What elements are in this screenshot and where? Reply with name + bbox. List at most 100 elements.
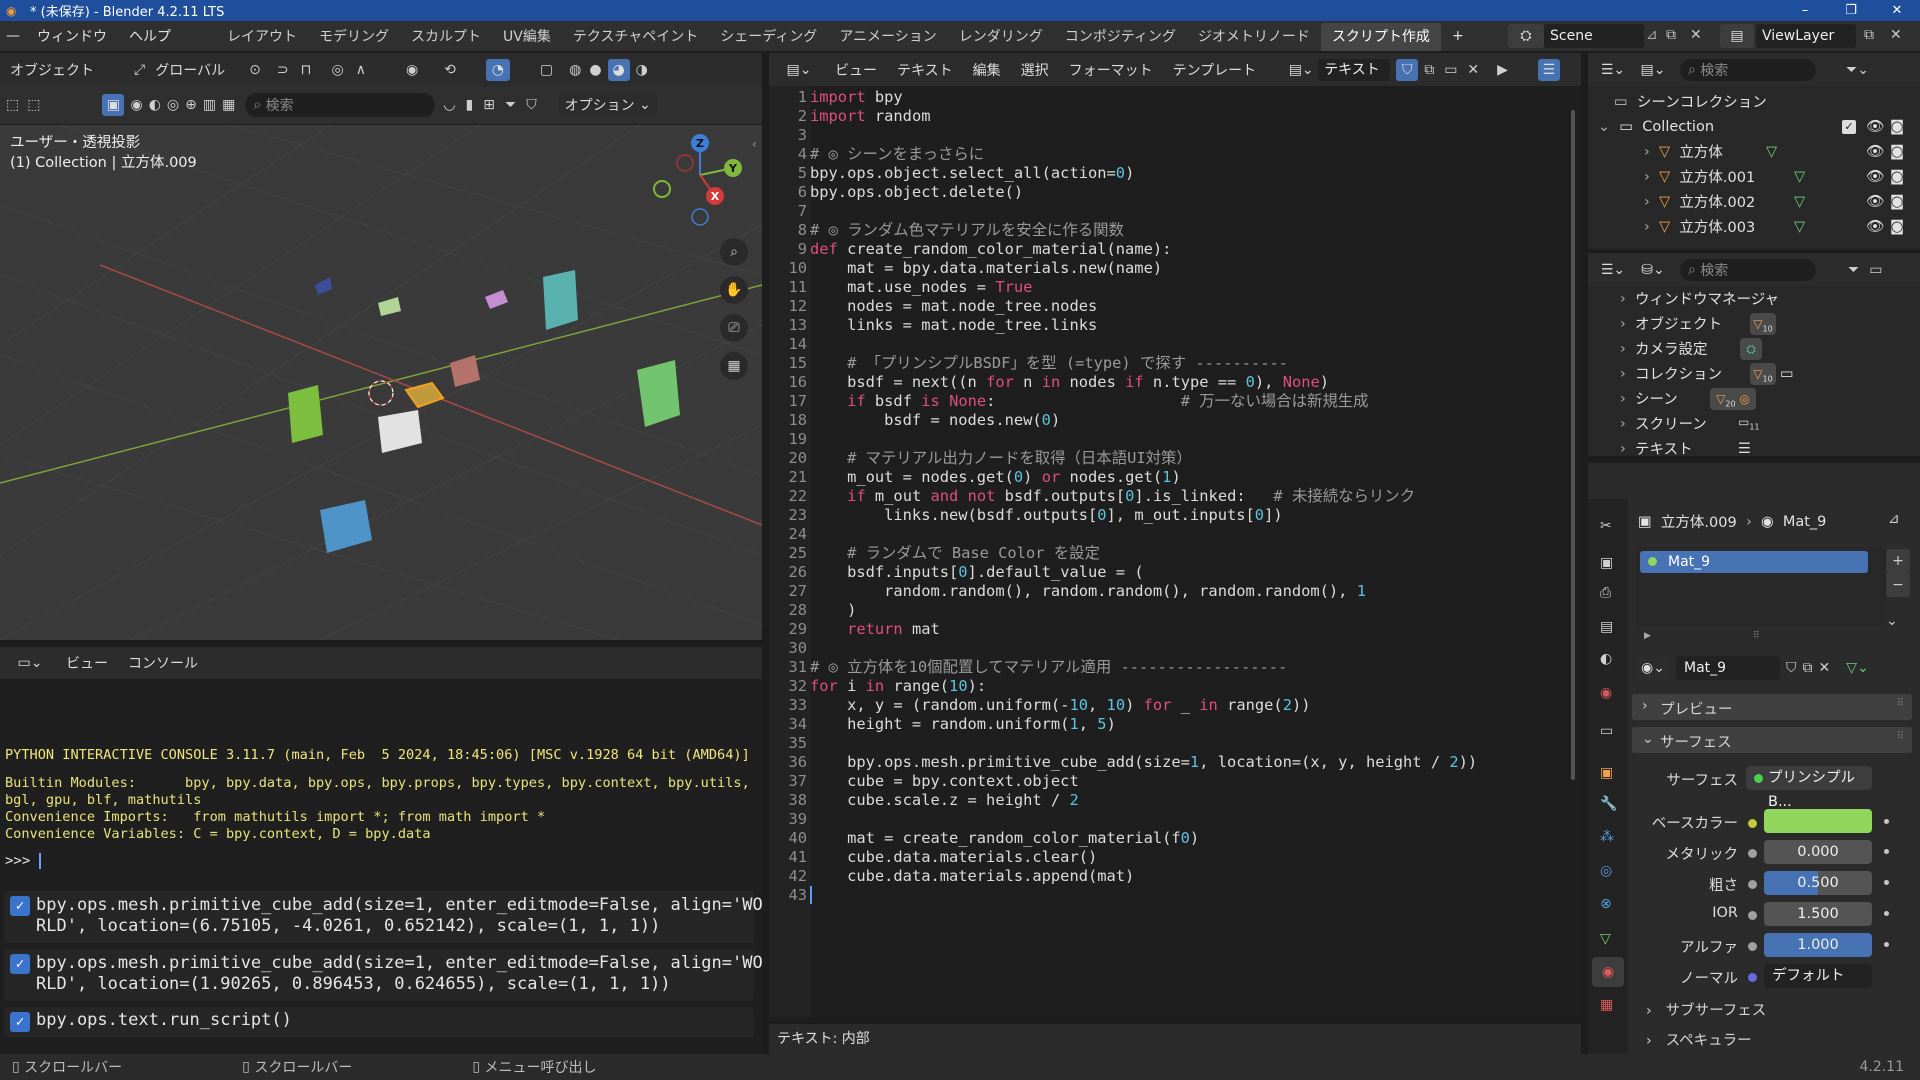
preview-panel[interactable]: › プレビュー ⠿ [1632, 694, 1912, 720]
expand-chevron-icon[interactable]: › [1644, 144, 1650, 160]
select-mode-icon[interactable]: ⬚ [27, 97, 40, 113]
fake-user-shield-icon[interactable]: ⛉ [1396, 58, 1419, 81]
outliner-object-row[interactable]: › ▽ 立方体.001 ▽ 👁 ◙ [1588, 164, 1920, 189]
tab-uv-editing[interactable]: UV編集 [492, 26, 562, 46]
solid-shading-icon[interactable]: ● [589, 62, 601, 78]
menu-select[interactable]: 選択 [1011, 60, 1059, 80]
constraints-tab-icon[interactable]: ⊗ [1600, 896, 1612, 912]
socket-icon[interactable] [1748, 819, 1757, 828]
tab-texture-paint[interactable]: テクスチャペイント [562, 26, 709, 46]
expand-chevron-icon[interactable]: › [1644, 194, 1650, 210]
new-collection-icon[interactable]: ▭ [1869, 262, 1882, 278]
metallic-field[interactable]: 0.000 [1764, 840, 1872, 864]
remove-scene-icon[interactable]: ✕ [1690, 27, 1702, 43]
menu-window[interactable]: ウィンドウ [26, 26, 118, 46]
texture-tab-icon[interactable]: ▦ [1600, 997, 1613, 1013]
object-type-icon[interactable]: ▣ [102, 94, 125, 116]
editor-type-outliner-icon[interactable]: ☰⌄ [1596, 58, 1630, 81]
socket-icon[interactable] [1748, 880, 1757, 889]
armature-filter-icon[interactable]: ▥ [203, 97, 216, 113]
data-item[interactable]: › シーン ▽20 ◎ [1588, 386, 1920, 411]
eye-icon[interactable]: 👁 [1866, 193, 1884, 210]
normal-field[interactable]: デフォルト [1764, 964, 1872, 988]
drag-handle-icon[interactable]: ⠿ [1897, 731, 1904, 742]
new-scene-icon[interactable]: ⧉ [1666, 27, 1676, 43]
object-tab-icon[interactable]: ▣ [1600, 765, 1613, 781]
cube-light-green[interactable] [637, 360, 680, 427]
blend-data-mode-icon[interactable]: ⛁⌄ [1636, 258, 1670, 281]
expand-chevron-icon[interactable]: › [1644, 219, 1650, 235]
proportional-edit-icon[interactable]: ◎ [331, 62, 343, 78]
expand-chevron-icon[interactable]: ⌄ [1598, 119, 1610, 135]
data-tab-icon[interactable]: ▽ [1600, 931, 1611, 947]
hierarchy-icon[interactable]: ⊞ [483, 97, 495, 113]
drag-handle-icon[interactable]: ⠿ [1897, 698, 1904, 709]
console-prompt[interactable]: >>> [5, 853, 41, 869]
unlink-material-icon[interactable]: ✕ [1819, 660, 1831, 676]
shield-icon[interactable]: ⛉ [526, 97, 537, 113]
unlink-text-icon[interactable]: ✕ [1467, 62, 1479, 78]
socket-icon[interactable] [1748, 942, 1757, 951]
gizmo-icon[interactable]: ⟲ [444, 62, 456, 78]
keyframe-dot-icon[interactable] [1884, 942, 1889, 947]
report-item[interactable]: ✓ bpy.ops.mesh.primitive_cube_add(size=1,… [4, 891, 763, 943]
eye-icon[interactable]: 👁 [1866, 168, 1884, 185]
camera-view-icon[interactable]: ⎚ [720, 314, 748, 342]
new-viewlayer-icon[interactable]: ⧉ [1864, 27, 1874, 43]
browse-material-icon[interactable]: ◉⌄ [1636, 656, 1670, 680]
data-item[interactable]: › カメラ設定 ⛭ [1588, 336, 1920, 361]
socket-icon[interactable] [1748, 911, 1757, 920]
viewport-search-input[interactable]: ⌕ 検索 [245, 93, 436, 117]
editor-type-console-icon[interactable]: ▭⌄ [12, 652, 48, 674]
close-button[interactable]: ✕ [1874, 0, 1920, 21]
cube-blue[interactable] [320, 500, 372, 553]
pin-icon[interactable]: ⊿ [1646, 27, 1658, 43]
material-slot-item[interactable]: Mat_9 [1640, 551, 1868, 573]
menu-edit[interactable]: 編集 [963, 60, 1011, 80]
tab-geometry-nodes[interactable]: ジオメトリノード [1187, 26, 1321, 46]
tab-scripting[interactable]: スクリプト作成 [1320, 23, 1441, 51]
pan-hand-icon[interactable]: ✋ [720, 276, 748, 304]
material-name-field[interactable]: Mat_9 [1676, 656, 1780, 680]
material-shading-icon[interactable]: ◕ [607, 58, 630, 81]
editor-type-text-icon[interactable]: ▤⌄ [781, 58, 817, 81]
transform-orientation-icon[interactable]: ⤢ [134, 62, 145, 78]
data-item[interactable]: › ウィンドウマネージャ [1588, 286, 1920, 311]
menu-text[interactable]: テキスト [887, 60, 963, 80]
cube-pale-green[interactable] [378, 297, 401, 316]
rendered-shading-icon[interactable]: ◑ [636, 62, 648, 78]
pivot-icon[interactable]: ⊙ [249, 62, 261, 78]
navigation-gizmo[interactable]: Z Y X [645, 125, 755, 235]
surface-shader-dropdown[interactable]: プリンシプルB... [1746, 766, 1872, 810]
base-color-swatch[interactable] [1764, 809, 1872, 833]
cube-green[interactable] [288, 385, 323, 443]
output-tab-icon[interactable]: ⎙ [1600, 585, 1611, 601]
filter-toggle-icon[interactable]: ◡ [443, 97, 455, 113]
mesh-filter-icon[interactable]: ◉ [130, 97, 142, 113]
data-item[interactable]: › オブジェクト ▽10 [1588, 311, 1920, 336]
tab-compositing[interactable]: コンポジティング [1054, 26, 1187, 46]
bookmark-icon[interactable]: ▮ [466, 97, 474, 113]
snap-target-icon[interactable]: ⊓ [301, 62, 312, 78]
snap-icon[interactable]: ⊃ [277, 62, 289, 78]
tab-shading[interactable]: シェーディング [709, 26, 828, 46]
scene-collection-row[interactable]: ▭ シーンコレクション [1588, 89, 1920, 114]
cube-white[interactable] [378, 410, 422, 453]
keyframe-dot-icon[interactable] [1884, 911, 1889, 916]
hamburger-menu-icon[interactable]: — [0, 28, 26, 44]
menu-console[interactable]: コンソール [118, 653, 208, 673]
specular-panel[interactable]: › スペキュラー [1646, 1029, 1752, 1050]
outliner-filter-icon[interactable]: ⏷⌄ [1846, 62, 1869, 78]
collection-row[interactable]: ⌄ ▭ Collection ✓ 👁 ◙ [1588, 114, 1920, 139]
tab-sculpt[interactable]: スカルプト [400, 26, 492, 46]
line-numbers-icon[interactable]: ☰ [1537, 58, 1560, 81]
new-text-icon[interactable]: ⧉ [1424, 62, 1434, 78]
data-item[interactable]: › スクリーン ▭11 [1588, 411, 1920, 436]
pin-icon[interactable]: ⊿ [1888, 511, 1900, 527]
duplicate-material-icon[interactable]: ⧉ [1803, 660, 1813, 676]
fake-user-shield-icon[interactable]: ⛉ [1786, 660, 1797, 676]
perspective-toggle-icon[interactable]: ▦ [720, 352, 748, 380]
visibility-icon[interactable]: ◉ [406, 62, 418, 78]
view-layer-tab-icon[interactable]: ▤ [1600, 619, 1613, 635]
python-console[interactable]: PYTHON INTERACTIVE CONSOLE 3.11.7 (main,… [0, 679, 763, 1054]
